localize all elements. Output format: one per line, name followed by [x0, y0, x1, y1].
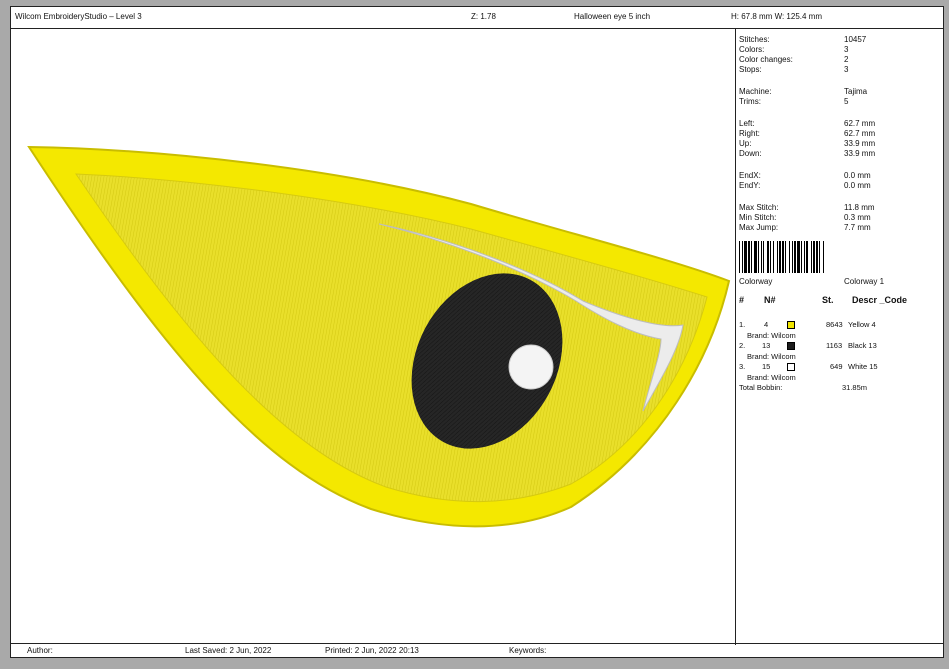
color-row-index: 3.	[739, 362, 746, 371]
color-swatch-black	[787, 342, 795, 350]
stat-right: Right: 62.7 mm	[739, 129, 876, 138]
stat-min-stitch: Min Stitch: 0.3 mm	[739, 213, 871, 222]
zoom-level: Z: 1.78	[471, 12, 496, 21]
color-row-index: 2.	[739, 341, 746, 350]
color-row-brand: Brand: Wilcom	[747, 331, 796, 340]
stat-endy: EndY: 0.0 mm	[739, 181, 871, 190]
embroidery-eye-design	[27, 145, 731, 528]
design-name: Halloween eye 5 inch	[574, 12, 651, 21]
stat-stitches: Stitches: 10457	[739, 35, 867, 44]
design-preview	[11, 29, 735, 645]
color-row-n: 15	[762, 362, 771, 371]
color-swatch-white	[787, 363, 795, 371]
color-row-brand: Brand: Wilcom	[747, 373, 796, 382]
col-header-stitches: St.	[822, 295, 834, 305]
total-bobbin-label: Total Bobbin:	[739, 383, 783, 392]
design-dimensions: H: 67.8 mm W: 125.4 mm	[731, 12, 822, 21]
colorway-row: Colorway Colorway 1	[739, 277, 885, 286]
color-row-desc: White 15	[848, 362, 878, 371]
color-row-stitches: 1163	[826, 341, 843, 350]
col-header-n: N#	[764, 295, 776, 305]
stat-color-changes: Color changes: 2	[739, 55, 849, 64]
stat-left: Left: 62.7 mm	[739, 119, 876, 128]
footer-keywords: Keywords:	[509, 646, 547, 655]
footer-last-saved: Last Saved: 2 Jun, 2022	[185, 646, 272, 655]
stat-trims: Trims: 5	[739, 97, 849, 106]
stat-max-jump: Max Jump: 7.7 mm	[739, 223, 871, 232]
color-row-index: 1.	[739, 320, 746, 329]
color-row-stitches: 649	[830, 362, 843, 371]
color-row-stitches: 8643	[826, 320, 843, 329]
stat-up: Up: 33.9 mm	[739, 139, 876, 148]
eye-highlight	[508, 344, 554, 390]
barcode	[739, 241, 925, 273]
col-header-desc: Descr _Code	[852, 295, 908, 305]
color-row-desc: Yellow 4	[848, 320, 876, 329]
color-row-n: 13	[762, 341, 771, 350]
color-row-brand: Brand: Wilcom	[747, 352, 796, 361]
print-preview-sheet: Wilcom EmbroideryStudio – Level 3 Z: 1.7…	[10, 6, 944, 658]
footer-printed: Printed: 2 Jun, 2022 20:13	[325, 646, 419, 655]
total-bobbin-value: 31.85m	[842, 383, 868, 392]
footer-bar: Author: Last Saved: 2 Jun, 2022 Printed:…	[11, 643, 943, 657]
header-bar: Wilcom EmbroideryStudio – Level 3 Z: 1.7…	[11, 7, 943, 29]
color-row-desc: Black 13	[848, 341, 877, 350]
stat-colors: Colors: 3	[739, 45, 849, 54]
stat-stops: Stops: 3	[739, 65, 849, 74]
color-row-n: 4	[764, 320, 769, 329]
stat-endx: EndX: 0.0 mm	[739, 171, 871, 180]
stat-max-stitch: Max Stitch: 11.8 mm	[739, 203, 875, 212]
color-swatch-yellow	[787, 321, 795, 329]
app-title: Wilcom EmbroideryStudio – Level 3	[15, 12, 142, 21]
stat-machine: Machine: Tajima	[739, 87, 868, 96]
col-header-index: #	[739, 295, 745, 305]
footer-author: Author:	[27, 646, 53, 655]
design-info-panel: Stitches: 10457 Colors: 3 Color changes: 2 …	[736, 29, 943, 645]
stat-down: Down: 33.9 mm	[739, 149, 876, 158]
